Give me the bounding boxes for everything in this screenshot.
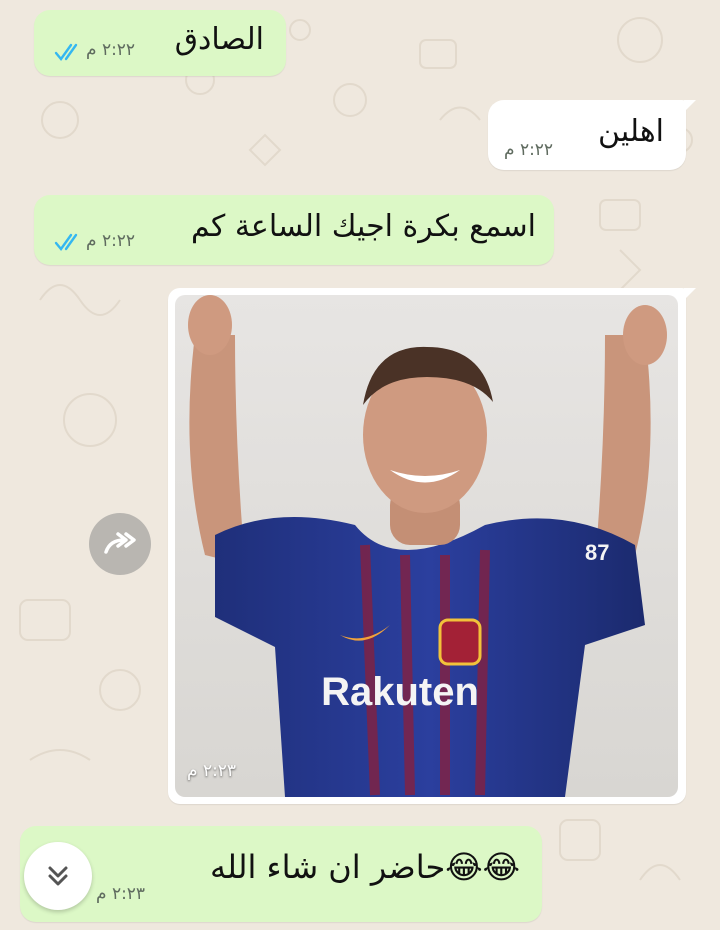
message-bubble-outgoing[interactable]: 😂😂حاضر ان شاء الله ٢:٢٣ م [20, 826, 542, 922]
double-chevron-down-icon [48, 866, 68, 886]
message-bubble-outgoing[interactable]: الصادق ٢:٢٢ م [34, 10, 286, 76]
message-bubble-outgoing[interactable]: اسمع بكرة اجيك الساعة كم ٢:٢٢ م [34, 195, 554, 265]
emoji: 😂😂 [445, 848, 520, 886]
jersey-number: 87 [585, 540, 609, 565]
bubble-tail [684, 288, 696, 300]
message-body: حاضر ان شاء الله [209, 848, 446, 886]
forward-button[interactable] [89, 513, 151, 575]
message-time: ٢:٢٣ م [187, 761, 237, 781]
forward-icon [104, 532, 136, 554]
shared-photo[interactable]: Rakuten 87 ٢:٢٣ م [175, 295, 678, 797]
message-time: ٢:٢٢ م [86, 40, 136, 60]
message-text: 😂😂حاضر ان شاء الله [210, 848, 520, 886]
message-time: ٢:٢٣ م [96, 884, 146, 904]
jersey-sponsor: Rakuten [321, 670, 479, 714]
footballer-photo: Rakuten 87 [175, 295, 678, 797]
message-text: اهلين [598, 114, 664, 149]
double-check-icon [54, 233, 78, 251]
bubble-tail [684, 100, 696, 112]
double-check-icon [54, 43, 78, 61]
message-text: اسمع بكرة اجيك الساعة كم [191, 209, 536, 244]
message-text: الصادق [174, 22, 264, 57]
scroll-to-bottom-button[interactable] [24, 842, 92, 910]
message-time: ٢:٢٢ م [504, 140, 554, 160]
message-bubble-incoming[interactable]: اهلين ٢:٢٢ م [488, 100, 686, 170]
message-time: ٢:٢٢ م [86, 231, 136, 251]
